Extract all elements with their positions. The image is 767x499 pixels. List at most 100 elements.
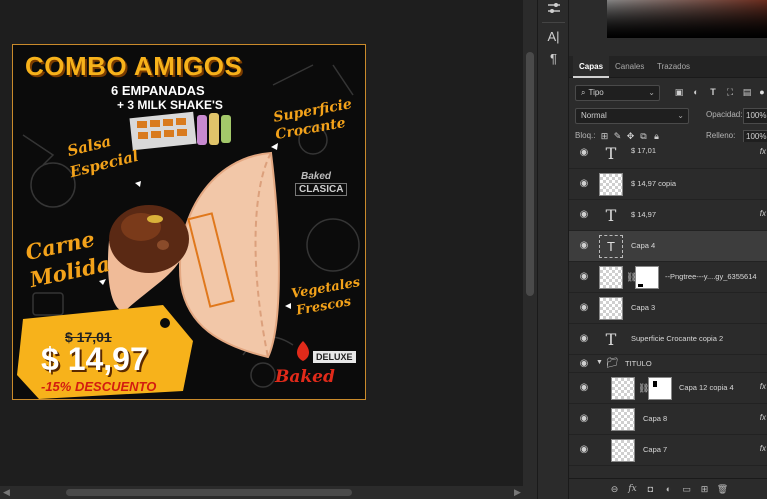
layer-name: TITULO <box>625 359 652 368</box>
canvas-horizontal-scrollbar[interactable]: ◀ ▶ <box>0 486 537 499</box>
lock-label: Bloq.: <box>575 131 596 140</box>
filter-smart-object-icon[interactable]: ▤ <box>741 86 753 98</box>
lock-position-icon[interactable]: ✥ <box>625 130 636 142</box>
layer-name: Capa 3 <box>631 303 656 312</box>
layer-filter-select[interactable]: ⌕ Tipo ⌄ <box>575 85 660 101</box>
panel-tabs: Capas Canales Trazados <box>569 56 767 78</box>
brand-clasica: CLASICA <box>295 183 348 196</box>
canvas-vertical-scrollbar[interactable] <box>523 0 537 486</box>
layer-row[interactable]: ◉ T $ 14,97 fx <box>569 200 767 231</box>
layer-row[interactable]: ◉ T Superficie Crocante copia 2 <box>569 324 767 355</box>
link-icon[interactable]: ⊖ <box>608 483 621 496</box>
fill-label: Relleno: <box>706 131 736 140</box>
layer-group-row[interactable]: ◉ ▼ 📁︎ TITULO <box>569 355 767 373</box>
fx-icon[interactable]: fx <box>760 209 766 218</box>
tab-capas[interactable]: Capas <box>573 56 610 78</box>
layers-panel-dock: Capas Canales Trazados ⌕ Tipo ⌄ ▣ ◐ T ⛶ ▤… <box>568 0 767 499</box>
layer-row[interactable]: ◉ $ 14,97 copia <box>569 169 767 200</box>
layer-thumbnail <box>599 297 623 320</box>
fx-icon[interactable]: fx <box>760 382 766 391</box>
eye-icon[interactable]: ◉ <box>578 444 590 456</box>
scroll-right-icon[interactable]: ▶ <box>514 487 521 498</box>
layer-mask-thumbnail[interactable] <box>635 266 659 289</box>
filter-type-icon[interactable]: T <box>707 86 719 98</box>
lock-artboard-icon[interactable]: ⧉ <box>638 130 649 142</box>
filter-toggle-icon[interactable]: ● <box>756 86 767 98</box>
horizontal-scroll-thumb[interactable] <box>66 489 352 496</box>
eye-icon[interactable]: ◉ <box>578 413 590 425</box>
photoshop-window: COMBO AMIGOS 6 EMPANADAS + 3 MILK SHAKE'… <box>0 0 767 499</box>
character-panel-icon[interactable]: A| <box>538 26 569 48</box>
layer-filter-value: Tipo <box>588 88 604 97</box>
eye-icon[interactable]: ◉ <box>578 240 590 252</box>
combo-subtitle-1: 6 EMPANADAS <box>111 83 205 98</box>
combo-title: COMBO AMIGOS <box>25 51 243 81</box>
layer-name: Capa 4 <box>631 241 656 250</box>
type-layer-icon: T <box>605 206 617 225</box>
fx-icon[interactable]: fx <box>760 444 766 453</box>
filter-adjustment-icon[interactable]: ◐ <box>690 86 702 98</box>
scroll-left-icon[interactable]: ◀ <box>3 487 10 498</box>
lock-paint-icon[interactable]: ✎ <box>612 130 623 142</box>
layer-name: Capa 8 <box>643 414 668 423</box>
folder-icon[interactable]: ▭ <box>680 483 693 496</box>
brand-baked-small: Baked <box>301 171 332 182</box>
lock-transparent-icon[interactable]: ⊞ <box>599 130 610 142</box>
eye-icon[interactable]: ◉ <box>578 358 590 370</box>
blend-mode-select[interactable]: Normal ⌄ <box>575 108 689 124</box>
layers-list: ◉ T $ 17,01 fx ◉ $ 14,97 copia ◉ T $ 14,… <box>569 142 767 478</box>
panel-icon-strip: A| ¶ <box>537 0 568 499</box>
filter-pixel-icon[interactable]: ▣ <box>673 86 685 98</box>
layer-thumbnail <box>599 266 623 289</box>
layer-row[interactable]: ◉ Capa 3 <box>569 293 767 324</box>
eye-icon[interactable]: ◉ <box>578 147 590 159</box>
brand-baked: Baked <box>275 367 335 387</box>
opacity-label: Opacidad: <box>706 110 743 119</box>
combo-box-image <box>129 111 231 151</box>
document-artwork[interactable]: COMBO AMIGOS 6 EMPANADAS + 3 MILK SHAKE'… <box>12 44 366 400</box>
layer-row[interactable]: ◉ ⛓ Capa 12 copia 4 fx <box>569 373 767 404</box>
blend-row: Normal ⌄ Opacidad: 100% <box>575 108 767 124</box>
chevron-down-icon: ⌄ <box>648 88 655 97</box>
layer-row[interactable]: ◉ Capa 8 fx <box>569 404 767 435</box>
layer-row[interactable]: ◉ Capa 7 fx <box>569 435 767 466</box>
chevron-down-icon[interactable]: ▼ <box>596 359 603 366</box>
sliders-icon[interactable] <box>538 0 569 22</box>
layer-row-selected[interactable]: ◉ T Capa 4 <box>569 231 767 262</box>
layer-row[interactable]: ◉ T $ 17,01 fx <box>569 142 767 169</box>
layer-mask-thumbnail[interactable] <box>648 377 672 400</box>
opacity-input[interactable]: 100% <box>743 108 767 124</box>
adjustment-icon[interactable]: ◐ <box>662 483 675 496</box>
new-layer-icon[interactable]: ⊞ <box>698 483 711 496</box>
tab-canales[interactable]: Canales <box>609 56 650 78</box>
eye-icon[interactable]: ◉ <box>578 382 590 394</box>
lock-all-icon[interactable]: 🔒︎ <box>651 130 662 142</box>
layer-filter-row: ⌕ Tipo ⌄ ▣ ◐ T ⛶ ▤ ● <box>575 85 767 103</box>
price-new: $ 14,97 <box>41 341 148 377</box>
type-mask-icon: T <box>599 235 623 258</box>
vertical-scroll-thumb[interactable] <box>526 52 534 296</box>
canvas-area[interactable]: COMBO AMIGOS 6 EMPANADAS + 3 MILK SHAKE'… <box>0 0 523 486</box>
discount-label: -15% DESCUENTO <box>41 379 157 394</box>
eye-icon[interactable]: ◉ <box>578 333 590 345</box>
eye-icon[interactable]: ◉ <box>578 302 590 314</box>
empanada-image <box>179 151 280 359</box>
layer-row[interactable]: ◉ ⛓ --Pngtree---y....gy_6355614 <box>569 262 767 293</box>
layer-name: $ 14,97 copia <box>631 179 677 188</box>
paragraph-panel-icon[interactable]: ¶ <box>538 48 569 70</box>
empanada-filling-image <box>107 205 189 312</box>
layer-name: $ 17,01 <box>631 146 657 155</box>
eye-icon[interactable]: ◉ <box>578 178 590 190</box>
layer-name: $ 14,97 <box>631 210 657 219</box>
mask-icon[interactable]: ◘ <box>644 483 657 496</box>
eye-icon[interactable]: ◉ <box>578 209 590 221</box>
fx-icon[interactable]: fx <box>626 483 639 496</box>
fx-icon[interactable]: fx <box>760 147 766 156</box>
filter-shape-icon[interactable]: ⛶ <box>724 86 736 98</box>
fx-icon[interactable]: fx <box>760 413 766 422</box>
eye-icon[interactable]: ◉ <box>578 271 590 283</box>
blend-mode-value: Normal <box>581 111 607 120</box>
trash-icon[interactable]: 🗑︎ <box>716 483 729 496</box>
layer-name: Superficie Crocante copia 2 <box>631 334 724 343</box>
tab-trazados[interactable]: Trazados <box>651 56 696 78</box>
